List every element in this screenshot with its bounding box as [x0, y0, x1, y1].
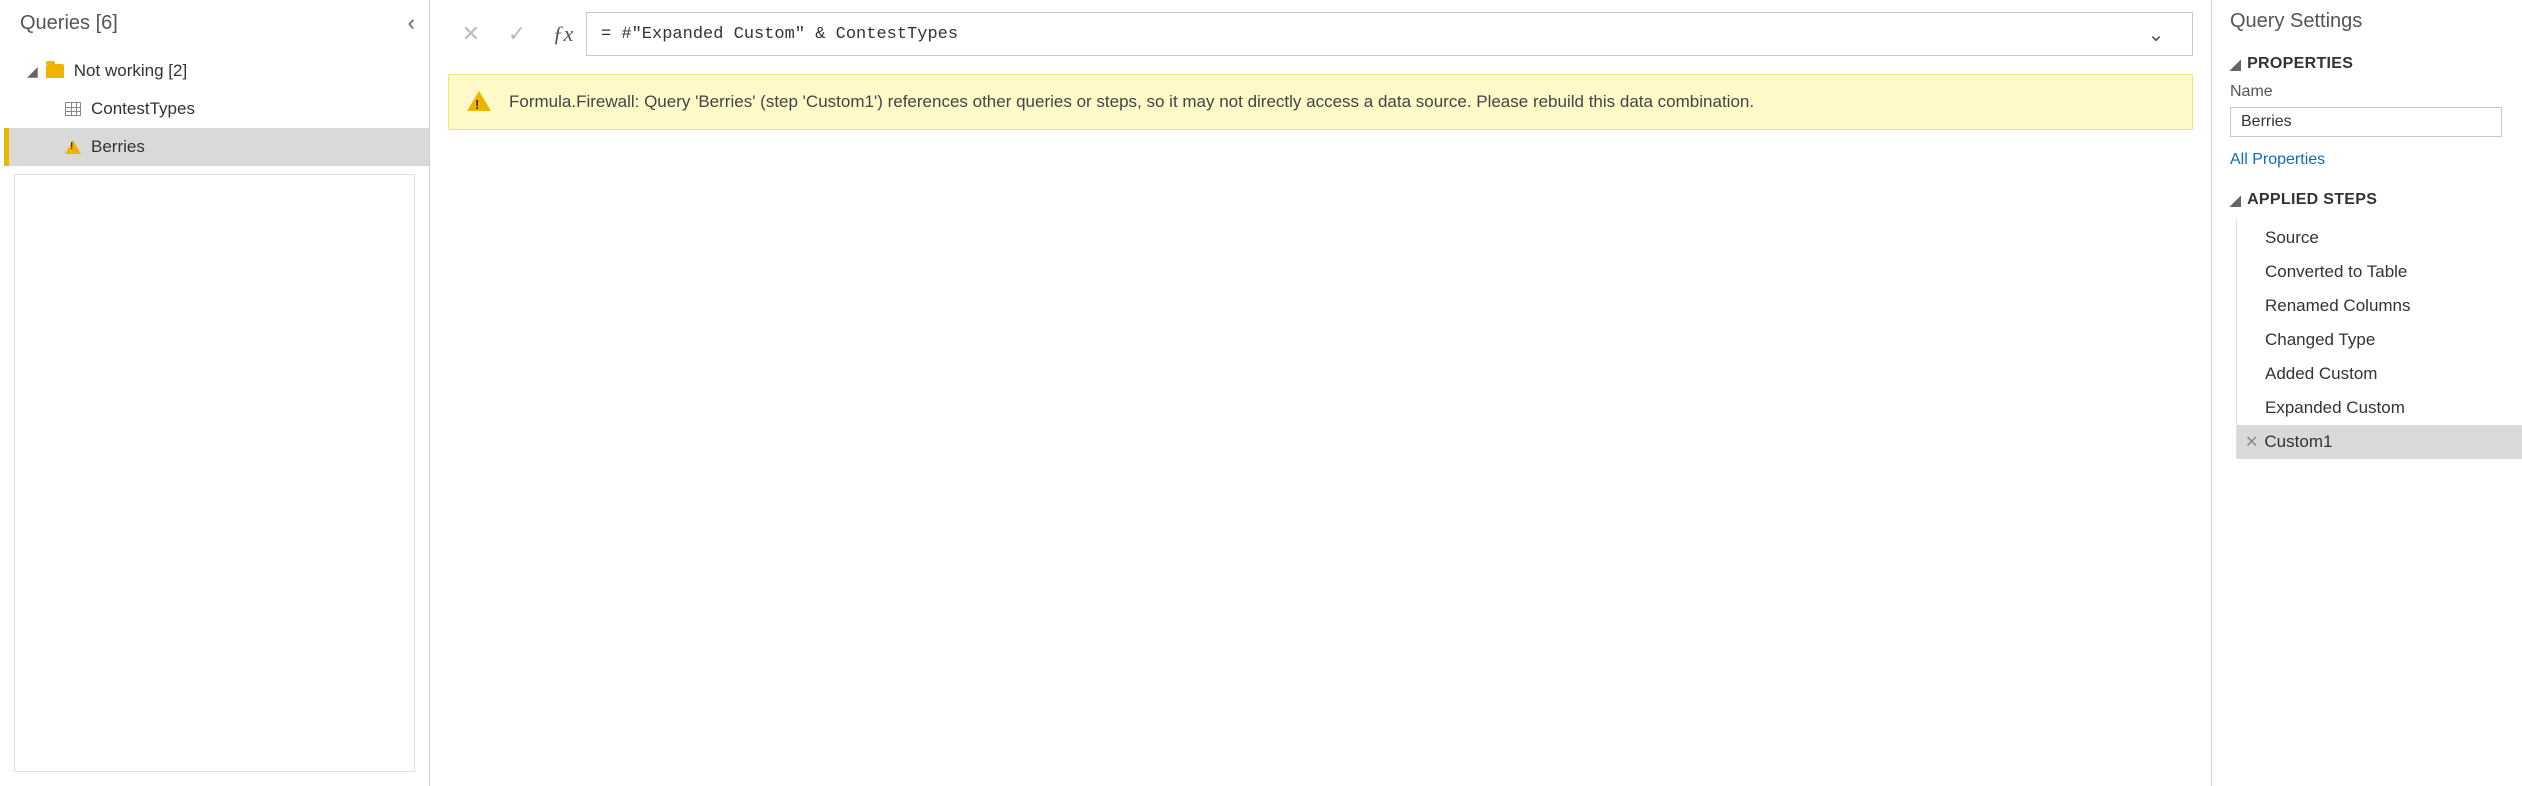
- cancel-icon: ✕: [448, 12, 494, 56]
- center-panel: ✕ ✓ ƒx = #"Expanded Custom" & ContestTyp…: [430, 0, 2212, 786]
- fx-icon[interactable]: ƒx: [540, 12, 586, 56]
- step-converted-to-table[interactable]: ✕Converted to Table: [2237, 255, 2522, 289]
- query-item-berries[interactable]: Berries: [4, 128, 429, 166]
- step-label: Source: [2265, 228, 2319, 248]
- table-icon: [65, 102, 81, 116]
- step-label: Added Custom: [2265, 364, 2377, 384]
- step-changed-type[interactable]: ✕Changed Type: [2237, 323, 2522, 357]
- step-renamed-columns[interactable]: ✕Renamed Columns: [2237, 289, 2522, 323]
- formula-bar: ✕ ✓ ƒx = #"Expanded Custom" & ContestTyp…: [448, 12, 2193, 56]
- section-header-label: APPLIED STEPS: [2247, 191, 2377, 209]
- warning-icon: [65, 140, 81, 154]
- caret-down-icon: ◢: [27, 63, 38, 80]
- folder-icon: [46, 64, 64, 78]
- formula-input[interactable]: = #"Expanded Custom" & ContestTypes ⌄: [586, 12, 2193, 56]
- query-item-label: Berries: [91, 137, 145, 157]
- step-added-custom[interactable]: ✕Added Custom: [2237, 357, 2522, 391]
- firewall-warning-banner: Formula.Firewall: Query 'Berries' (step …: [448, 74, 2193, 130]
- step-label: Changed Type: [2265, 330, 2375, 350]
- step-label: Renamed Columns: [2265, 296, 2411, 316]
- all-properties-link[interactable]: All Properties: [2230, 151, 2522, 169]
- delete-step-icon[interactable]: ✕: [2245, 432, 2258, 452]
- step-source[interactable]: ✕Source: [2237, 221, 2522, 255]
- step-label: Custom1: [2264, 432, 2332, 452]
- collapse-panel-icon[interactable]: ‹: [408, 10, 415, 36]
- folder-label: Not working [2]: [74, 61, 187, 81]
- step-expanded-custom[interactable]: ✕Expanded Custom: [2237, 391, 2522, 425]
- step-label: Converted to Table: [2265, 262, 2407, 282]
- queries-header-title: Queries [6]: [20, 12, 408, 35]
- query-item-contesttypes[interactable]: ContestTypes: [4, 90, 429, 128]
- query-name-input[interactable]: [2230, 107, 2502, 137]
- caret-down-icon: ◢: [2230, 56, 2241, 73]
- caret-down-icon: ◢: [2230, 192, 2241, 209]
- query-item-label: ContestTypes: [91, 99, 195, 119]
- queries-header: Queries [6] ‹: [0, 10, 429, 52]
- name-label: Name: [2230, 83, 2522, 101]
- warning-text: Formula.Firewall: Query 'Berries' (step …: [509, 89, 2174, 115]
- queries-panel: Queries [6] ‹ ◢ Not working [2] ContestT…: [0, 0, 430, 786]
- step-custom1[interactable]: ✕ Custom1: [2237, 425, 2522, 459]
- formula-text: = #"Expanded Custom" & ContestTypes: [601, 25, 2134, 44]
- step-label: Expanded Custom: [2265, 398, 2405, 418]
- section-header-label: PROPERTIES: [2247, 55, 2353, 73]
- queries-tree: ◢ Not working [2] ContestTypes Berries: [0, 52, 429, 166]
- properties-section-header[interactable]: ◢ PROPERTIES: [2230, 55, 2522, 73]
- expand-formula-icon[interactable]: ⌄: [2134, 22, 2178, 47]
- confirm-icon: ✓: [494, 12, 540, 56]
- applied-steps-list: ✕Source ✕Converted to Table ✕Renamed Col…: [2236, 219, 2522, 459]
- applied-steps-header[interactable]: ◢ APPLIED STEPS: [2230, 191, 2522, 209]
- query-folder[interactable]: ◢ Not working [2]: [4, 52, 429, 90]
- query-settings-title: Query Settings: [2230, 10, 2522, 33]
- warning-icon: [467, 91, 491, 111]
- query-settings-panel: Query Settings ◢ PROPERTIES Name All Pro…: [2212, 0, 2522, 786]
- queries-empty-area: [14, 174, 415, 772]
